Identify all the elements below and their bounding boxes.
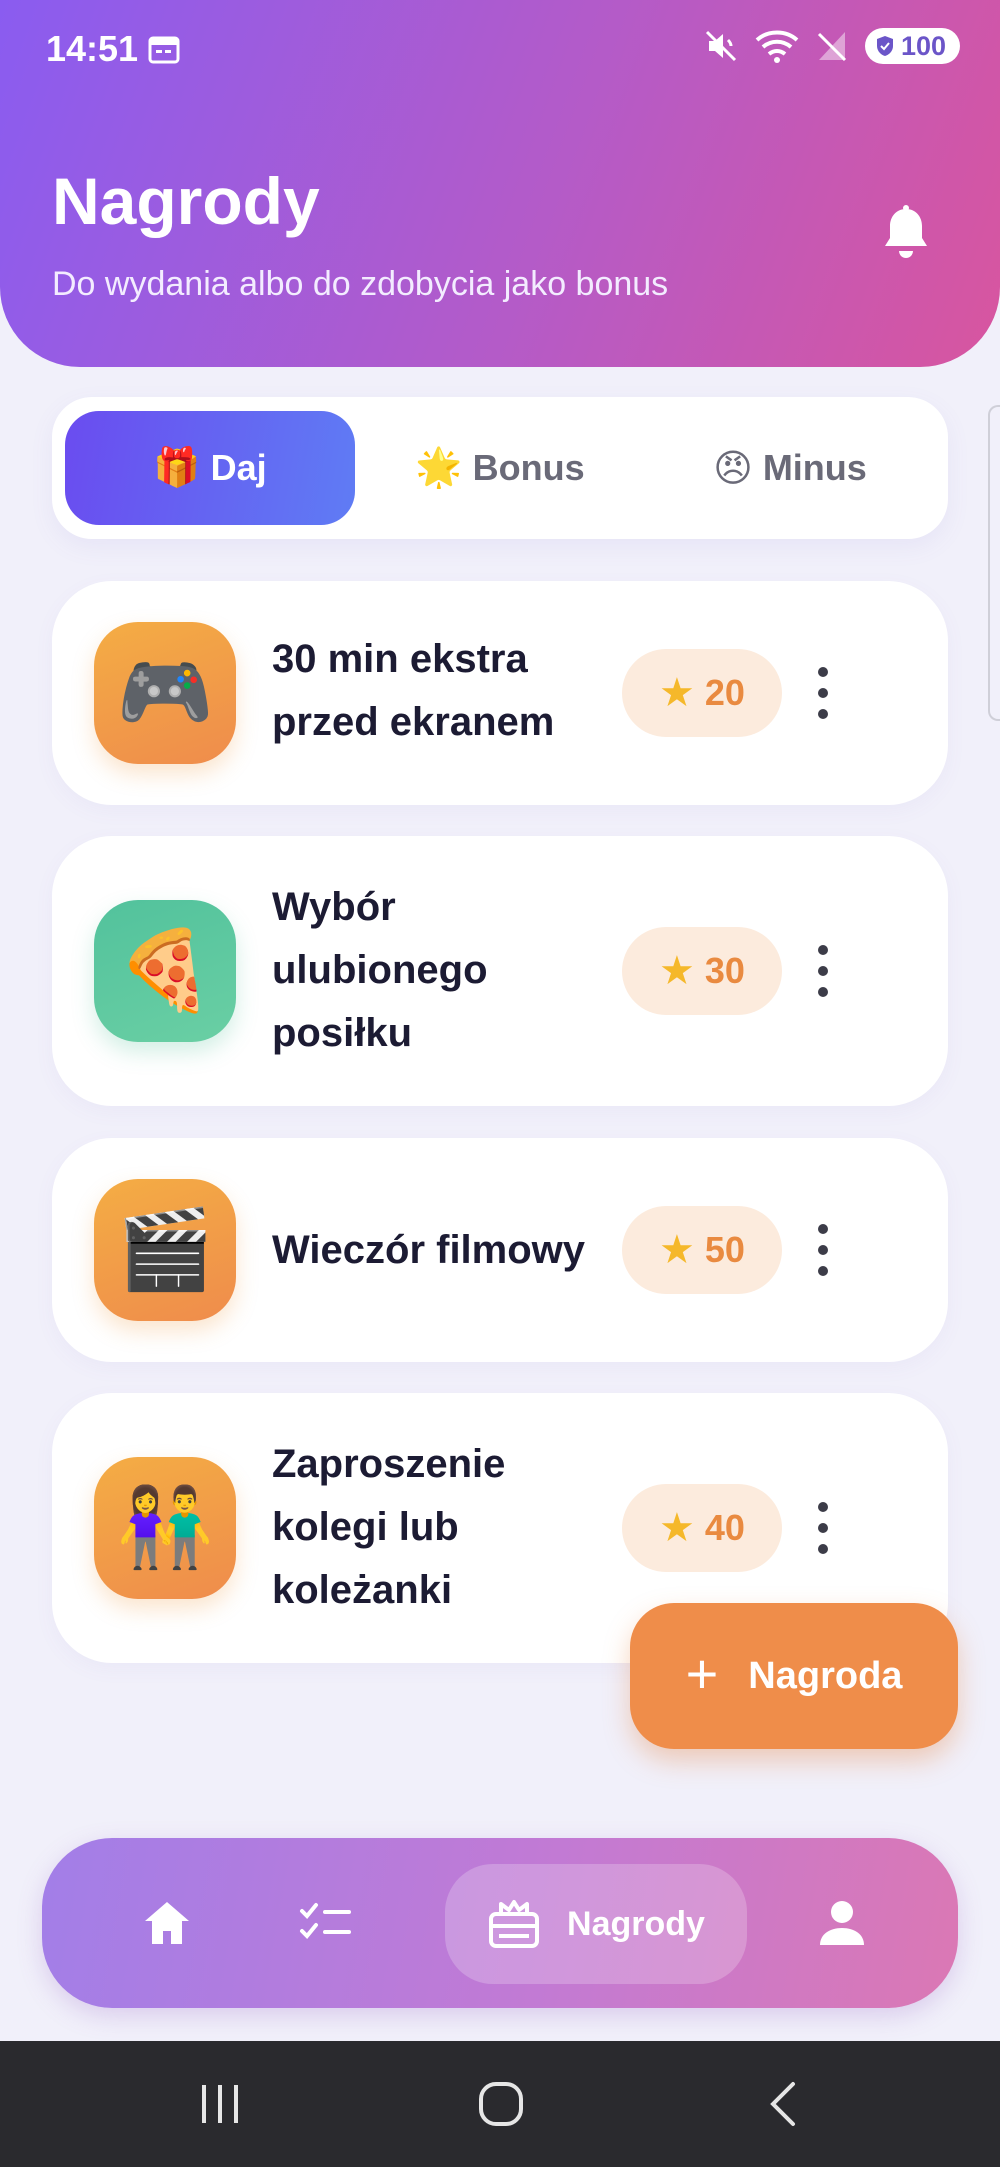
more-options-icon[interactable] bbox=[808, 1220, 838, 1280]
back-chevron-icon bbox=[770, 2082, 795, 2126]
system-navigation-bar bbox=[0, 2041, 1000, 2167]
reward-title: 30 min ekstra przed ekranem bbox=[272, 637, 555, 744]
couple-icon: 👫 bbox=[94, 1457, 236, 1599]
more-options-icon[interactable] bbox=[808, 1498, 838, 1558]
star-icon: ★ bbox=[659, 949, 695, 993]
page-title: Nagrody bbox=[52, 164, 320, 238]
reward-title: Zaproszenie kolegi lub koleżanki bbox=[272, 1442, 506, 1612]
bottom-navigation: Nagrody bbox=[42, 1838, 958, 2008]
mute-icon bbox=[705, 30, 736, 62]
star-icon: ★ bbox=[659, 1228, 695, 1272]
page-subtitle: Do wydania albo do zdobycia jako bonus bbox=[52, 265, 669, 303]
nav-rewards[interactable]: Nagrody bbox=[445, 1864, 747, 1984]
tab-label: Minus bbox=[762, 447, 867, 488]
star-icon: ★ bbox=[659, 1506, 695, 1550]
no-signal-icon bbox=[817, 32, 846, 62]
add-reward-button[interactable]: + Nagroda bbox=[630, 1603, 958, 1749]
tab-minus[interactable]: 😠 Minus bbox=[645, 411, 935, 525]
points-badge: ★ 30 bbox=[622, 927, 782, 1015]
more-options-icon[interactable] bbox=[808, 941, 838, 1001]
reward-type-tabs: 🎁 Daj 🌟 Bonus 😠 Minus bbox=[52, 397, 948, 539]
reward-title: Wybór ulubionego posiłku bbox=[272, 885, 488, 1055]
home-icon bbox=[145, 1902, 189, 1944]
gift-emoji-icon: 🎁 bbox=[153, 447, 201, 489]
angry-face-icon: 😠 bbox=[713, 447, 753, 490]
calendar-icon bbox=[148, 36, 180, 64]
status-icons: 100 bbox=[703, 28, 960, 64]
status-time: 14:51 bbox=[46, 28, 139, 69]
back-button[interactable] bbox=[722, 2041, 842, 2167]
points-value: 30 bbox=[704, 950, 745, 991]
points-badge: ★ 20 bbox=[622, 649, 782, 737]
reward-card[interactable]: 🍕 Wybór ulubionego posiłku ★ 30 bbox=[52, 836, 948, 1106]
scrollbar[interactable] bbox=[988, 405, 1000, 721]
reward-title: Wieczór filmowy bbox=[272, 1228, 586, 1272]
tab-label: Bonus bbox=[472, 447, 585, 488]
points-value: 40 bbox=[704, 1507, 745, 1548]
person-icon bbox=[820, 1901, 864, 1945]
glowing-star-icon: 🌟 bbox=[415, 447, 463, 489]
home-button[interactable] bbox=[441, 2041, 561, 2167]
points-value: 20 bbox=[704, 672, 745, 713]
reward-card[interactable]: 🎬 Wieczór filmowy ★ 50 bbox=[52, 1138, 948, 1362]
shield-icon bbox=[876, 36, 893, 56]
video-game-icon: 🎮 bbox=[94, 622, 236, 764]
points-badge: ★ 50 bbox=[622, 1206, 782, 1294]
gift-box-icon bbox=[489, 1900, 540, 1948]
nav-profile[interactable] bbox=[762, 1838, 922, 2008]
points-badge: ★ 40 bbox=[622, 1484, 782, 1572]
tab-label: Daj bbox=[210, 447, 267, 488]
plus-icon: + bbox=[685, 1642, 719, 1705]
add-reward-label: Nagroda bbox=[748, 1654, 903, 1697]
recent-apps-icon bbox=[202, 2085, 238, 2123]
status-bar: 14:51 100 bbox=[0, 0, 1000, 100]
star-icon: ★ bbox=[659, 671, 695, 715]
wifi-icon bbox=[755, 30, 799, 63]
points-value: 50 bbox=[704, 1229, 745, 1270]
battery-level: 100 bbox=[900, 30, 946, 61]
home-circle-icon bbox=[479, 2082, 523, 2126]
pizza-icon: 🍕 bbox=[94, 900, 236, 1042]
tab-daj[interactable]: 🎁 Daj bbox=[65, 411, 355, 525]
tab-bonus[interactable]: 🌟 Bonus bbox=[355, 411, 645, 525]
reward-card[interactable]: 🎮 30 min ekstra przed ekranem ★ 20 bbox=[52, 581, 948, 805]
battery-indicator: 100 bbox=[864, 28, 960, 64]
page-header: 14:51 100 Nagrody Do wydania albo do zdo… bbox=[0, 0, 1000, 367]
more-options-icon[interactable] bbox=[808, 663, 838, 723]
checklist-icon bbox=[300, 1903, 351, 1939]
bell-icon[interactable] bbox=[880, 205, 932, 261]
clapper-board-icon: 🎬 bbox=[94, 1179, 236, 1321]
nav-tasks[interactable] bbox=[242, 1838, 412, 2008]
nav-home[interactable] bbox=[82, 1838, 252, 2008]
nav-rewards-label: Nagrody bbox=[567, 1904, 705, 1943]
recent-apps-button[interactable] bbox=[160, 2041, 280, 2167]
